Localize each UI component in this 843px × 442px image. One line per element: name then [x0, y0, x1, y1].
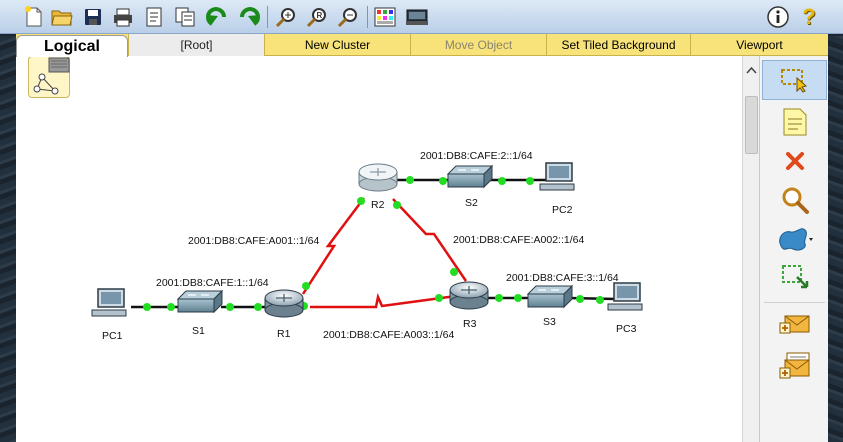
pc1-icon[interactable] — [91, 288, 127, 317]
tab-root[interactable]: [Root] — [128, 34, 264, 56]
r1-label: R1 — [277, 328, 291, 340]
s1-icon[interactable] — [176, 289, 224, 314]
s3-icon[interactable] — [526, 284, 574, 309]
add-complex-pdu-icon[interactable] — [762, 346, 827, 386]
r3-icon[interactable] — [449, 281, 489, 310]
network-label-r1-r3: 2001:DB8:CAFE:A003::1/64 — [323, 329, 454, 341]
network-label-r2-r3: 2001:DB8:CAFE:A002::1/64 — [453, 234, 584, 246]
add-simple-pdu-icon[interactable] — [762, 304, 827, 344]
logical-workspace[interactable]: PC1 S1 R1 R2 S2 PC2 R3 S3 PC3 2001:DB8:C… — [16, 56, 742, 442]
viewport-button[interactable]: Viewport — [690, 34, 828, 56]
common-tools-bar — [759, 56, 828, 442]
s2-label: S2 — [465, 197, 478, 209]
main-toolbar: R ? — [0, 0, 843, 34]
select-icon[interactable] — [762, 60, 827, 100]
draw-shape-icon[interactable] — [762, 219, 827, 259]
new-icon[interactable] — [22, 5, 46, 29]
network-label-lan3: 2001:DB8:CAFE:3::1/64 — [506, 272, 619, 284]
undo-icon[interactable] — [205, 5, 229, 29]
set-tiled-background-button[interactable]: Set Tiled Background — [546, 34, 690, 56]
pc2-icon[interactable] — [539, 162, 575, 191]
r2-label: R2 — [371, 199, 385, 211]
help-label: ? — [802, 4, 816, 29]
pc2-label: PC2 — [552, 204, 573, 216]
s3-label: S3 — [543, 316, 556, 328]
r2-icon[interactable] — [358, 163, 398, 192]
new-cluster-button[interactable]: New Cluster — [264, 34, 410, 56]
zoom-out-icon[interactable] — [336, 5, 360, 29]
zoom-in-icon[interactable] — [274, 5, 298, 29]
tab-logical[interactable]: Logical — [16, 35, 128, 57]
delete-icon[interactable] — [762, 141, 827, 181]
palette-separator — [764, 302, 825, 303]
network-label-lan1: 2001:DB8:CAFE:1::1/64 — [156, 277, 269, 289]
svg-text:R: R — [317, 11, 323, 20]
zoom-reset-icon[interactable]: R — [305, 5, 329, 29]
redo-icon[interactable] — [237, 5, 261, 29]
note-icon[interactable] — [762, 102, 827, 142]
resize-icon[interactable] — [762, 258, 827, 298]
open-icon[interactable] — [50, 5, 74, 29]
activity-wizard-icon[interactable] — [142, 5, 166, 29]
pc1-label: PC1 — [102, 330, 123, 342]
workspace-tabbar: Logical [Root] New Cluster Move Object S… — [16, 34, 828, 57]
save-icon[interactable] — [81, 5, 105, 29]
vertical-scrollbar[interactable] — [742, 56, 759, 442]
help-icon[interactable]: ? — [797, 4, 821, 29]
r3-label: R3 — [463, 318, 477, 330]
inspect-icon[interactable] — [762, 180, 827, 220]
network-topology: PC1 S1 R1 R2 S2 PC2 R3 S3 PC3 2001:DB8:C… — [91, 150, 643, 342]
link-s3-pc3[interactable] — [567, 296, 617, 301]
palette-icon[interactable] — [373, 5, 397, 29]
s2-icon[interactable] — [446, 164, 494, 189]
scroll-up-icon[interactable] — [743, 64, 760, 78]
network-label-r1-r2: 2001:DB8:CAFE:A001::1/64 — [188, 235, 319, 247]
desktop-background-left — [0, 36, 16, 442]
toolbar-separator — [367, 6, 368, 28]
toolbar-separator — [267, 6, 268, 28]
pc3-icon[interactable] — [607, 282, 643, 311]
move-object-button[interactable]: Move Object — [410, 34, 546, 56]
copy-icon[interactable] — [173, 5, 197, 29]
link-r1-r3[interactable] — [310, 292, 457, 309]
s1-label: S1 — [192, 325, 205, 337]
r1-icon[interactable] — [264, 289, 304, 318]
info-icon[interactable] — [766, 5, 790, 29]
device-dialog-icon[interactable] — [405, 5, 429, 29]
network-label-lan2: 2001:DB8:CAFE:2::1/64 — [420, 150, 533, 162]
print-icon[interactable] — [111, 5, 135, 29]
pc3-label: PC3 — [616, 323, 637, 335]
desktop-background-right — [827, 36, 843, 442]
scroll-thumb[interactable] — [745, 96, 758, 154]
